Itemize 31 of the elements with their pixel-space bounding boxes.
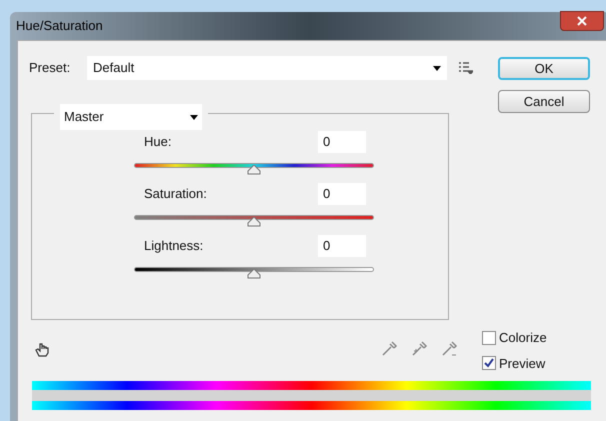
checkbox-label: Preview [499,354,546,372]
eyedropper-plus-icon[interactable] [410,340,428,358]
slider-label: Hue: [144,133,172,152]
preset-dropdown[interactable]: Default [87,56,447,80]
slider[interactable] [134,267,374,279]
close-icon [577,16,587,26]
channel-dropdown[interactable]: Master [54,104,208,130]
value-field[interactable]: 0 [318,235,366,257]
dialog-button[interactable]: Cancel [498,90,590,113]
slider-thumb[interactable] [247,269,261,279]
eyedropper-icon[interactable] [380,340,398,358]
value-field[interactable]: 0 [318,131,366,153]
window-title: Hue/Saturation [16,17,103,36]
caret-icon [433,66,441,70]
caret-icon [190,114,198,120]
checkbox[interactable] [482,356,496,370]
checkbox-label: Colorize [499,329,547,347]
slider[interactable] [134,163,374,175]
list-menu-icon[interactable] [459,62,473,74]
value-field[interactable]: 0 [318,183,366,205]
eyedropper-minus-icon[interactable] [440,340,458,358]
slider[interactable] [134,215,374,227]
close-button[interactable] [560,11,604,31]
dialog-button[interactable]: OK [498,57,590,80]
slider-label: Lightness: [144,237,204,256]
checkbox[interactable] [482,330,496,345]
slider-label: Saturation: [144,185,207,204]
check-icon [484,358,494,368]
slider-thumb[interactable] [247,165,261,175]
slider-thumb[interactable] [247,217,261,227]
preset-label: Preset: [29,59,72,78]
